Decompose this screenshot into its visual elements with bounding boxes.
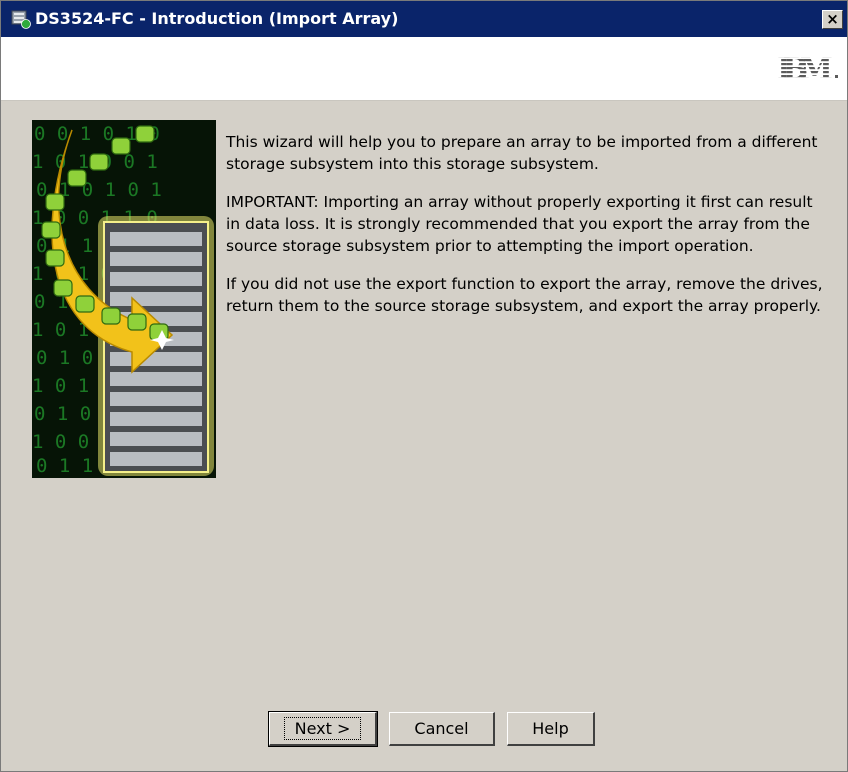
title-bar[interactable]: DS3524-FC - Introduction (Import Array) … — [1, 1, 847, 37]
intro-text: This wizard will help you to prepare an … — [226, 131, 826, 333]
ibm-logo: IBM — [777, 52, 838, 85]
next-button[interactable]: Next > — [268, 711, 378, 747]
import-array-dialog: DS3524-FC - Introduction (Import Array) … — [0, 0, 848, 772]
cancel-button[interactable]: Cancel — [389, 712, 495, 746]
storage-app-icon — [11, 10, 31, 29]
help-button[interactable]: Help — [507, 712, 595, 746]
window-title: DS3524-FC - Introduction (Import Array) — [35, 9, 399, 28]
svg-text:IBM: IBM — [777, 52, 833, 85]
cancel-button-label: Cancel — [414, 719, 469, 738]
close-button[interactable]: × — [822, 10, 843, 29]
warning-paragraph: IMPORTANT: Importing an array without pr… — [226, 193, 813, 255]
header-band: IBM — [1, 37, 847, 101]
next-button-label: Next > — [283, 717, 362, 740]
instruction-paragraph: If you did not use the export function t… — [226, 275, 823, 315]
help-button-label: Help — [532, 719, 569, 738]
intro-paragraph: This wizard will help you to prepare an … — [226, 133, 818, 173]
import-array-illustration: 0 0 1 0 1 0 1 0 1 0 0 1 0 1 0 1 0 1 1 0 … — [32, 120, 216, 478]
